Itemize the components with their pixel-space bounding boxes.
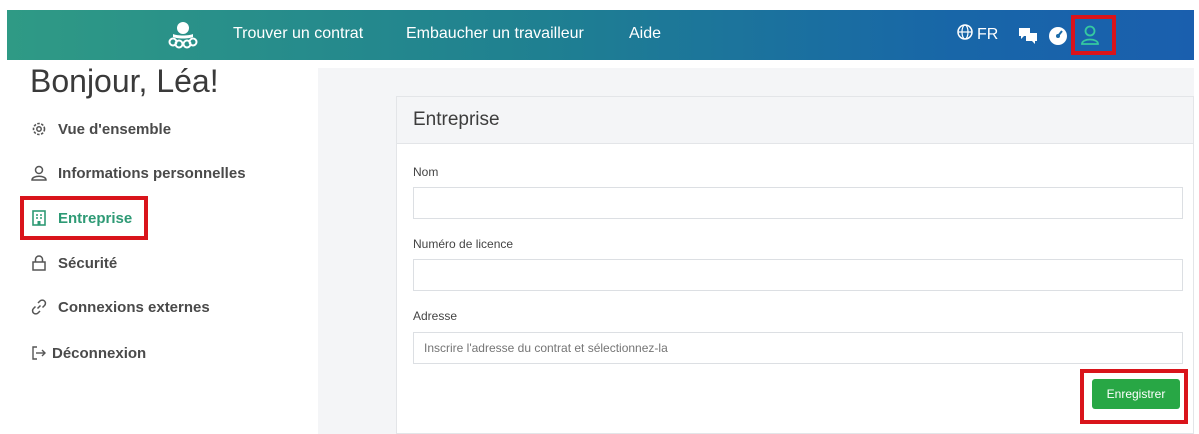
logo-octopus-icon[interactable] xyxy=(167,20,199,50)
language-selector[interactable]: FR xyxy=(957,24,998,45)
lock-icon xyxy=(30,254,48,272)
nav-find-contract-link[interactable]: Trouver un contrat xyxy=(233,25,363,43)
globe-icon xyxy=(957,24,973,45)
logout-icon xyxy=(30,344,48,362)
gear-icon xyxy=(30,120,48,138)
sidebar-item-label: Vue d'ensemble xyxy=(58,120,172,138)
user-icon-highlight-box xyxy=(1071,15,1116,55)
sidebar-item-overview[interactable]: Vue d'ensemble xyxy=(30,120,171,138)
dashboard-icon[interactable] xyxy=(1047,24,1069,46)
link-icon xyxy=(30,298,48,316)
nav-help-link[interactable]: Aide xyxy=(629,25,661,43)
sidebar-item-label: Connexions externes xyxy=(58,298,210,316)
sidebar-item-label: Déconnexion xyxy=(52,344,147,362)
address-field[interactable] xyxy=(413,332,1183,364)
sidebar-item-external-connections[interactable]: Connexions externes xyxy=(30,298,210,316)
name-label: Nom xyxy=(413,165,439,179)
sidebar-item-personal-info[interactable]: Informations personnelles xyxy=(30,164,246,182)
save-button-highlight-box xyxy=(1080,369,1188,424)
language-label: FR xyxy=(977,25,999,43)
card-header: Entreprise xyxy=(397,97,1193,144)
sidebar-item-label: Sécurité xyxy=(58,254,118,272)
company-item-highlight-box xyxy=(20,196,148,240)
sidebar-item-label: Informations personnelles xyxy=(58,164,246,182)
chat-icon[interactable] xyxy=(1017,24,1039,46)
sidebar-item-logout[interactable]: Déconnexion xyxy=(30,344,146,362)
greeting-heading: Bonjour, Léa! xyxy=(30,63,219,99)
license-number-field[interactable] xyxy=(413,259,1183,291)
nav-hire-worker-link[interactable]: Embaucher un travailleur xyxy=(406,25,584,43)
name-field[interactable] xyxy=(413,187,1183,219)
address-label: Adresse xyxy=(413,309,458,323)
top-navbar: Trouver un contrat Embaucher un travaill… xyxy=(7,10,1194,60)
license-number-label: Numéro de licence xyxy=(413,237,514,251)
sidebar-item-security[interactable]: Sécurité xyxy=(30,254,117,272)
user-icon xyxy=(30,164,48,182)
card-title: Entreprise xyxy=(413,109,500,130)
company-form-card: Entreprise Nom Numéro de licence Adresse… xyxy=(396,96,1194,434)
